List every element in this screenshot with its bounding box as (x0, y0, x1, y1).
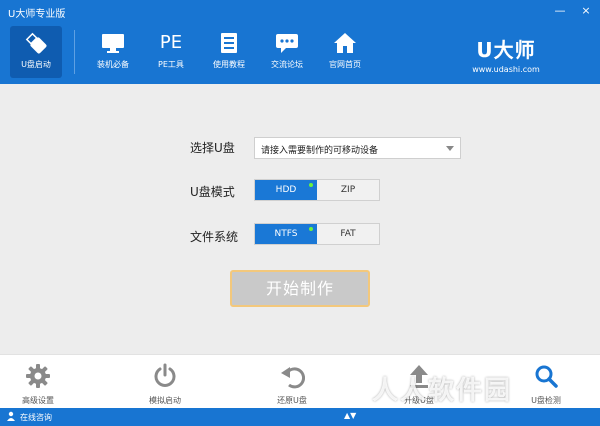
home-icon (331, 30, 359, 56)
fs-option-label: FAT (340, 229, 356, 239)
tool-label: 还原U盘 (277, 396, 307, 405)
tool-label: U盘检测 (531, 396, 561, 405)
pe-icon-text: PE (159, 32, 183, 53)
title-bar: U大师专业版 — × (0, 0, 600, 22)
brand-name: U大师 (476, 38, 536, 62)
online-consult-label: 在线咨询 (20, 412, 52, 422)
window-controls: — × (552, 3, 594, 19)
tool-usb-check[interactable]: U盘检测 (516, 363, 576, 406)
fs-option-fat[interactable]: FAT (317, 224, 379, 244)
status-arrows[interactable]: ▲▼ (344, 411, 356, 420)
device-label: 选择U盘 (190, 141, 235, 155)
tool-label: 升级U盘 (404, 396, 434, 405)
selected-dot-icon (309, 183, 313, 187)
brand-name-wrap: U大师 (446, 34, 566, 63)
brand-url: www.udashi.com (472, 65, 540, 74)
upload-icon (405, 363, 433, 389)
chevron-down-icon (446, 146, 454, 151)
device-select[interactable]: 请接入需要制作的可移动设备 (254, 137, 461, 159)
search-icon (532, 363, 560, 389)
brand-logo: U大师 www.udashi.com (446, 34, 566, 74)
app-title: U大师专业版 (8, 9, 66, 20)
nav-label: 交流论坛 (271, 60, 303, 69)
nav-label: U盘启动 (21, 60, 51, 69)
book-icon (215, 30, 243, 56)
status-bar: 在线咨询 ▲▼ (0, 408, 600, 426)
nav-item-tutorial[interactable]: 使用教程 (203, 26, 255, 78)
tool-restore-usb[interactable]: 还原U盘 (262, 363, 322, 406)
bottom-toolbar: 高级设置 模拟启动 还原U盘 升级U盘 U盘检测 (0, 354, 600, 408)
power-icon (151, 363, 179, 389)
close-button[interactable]: × (578, 3, 594, 19)
device-select-value: 请接入需要制作的可移动设备 (261, 146, 379, 156)
undo-icon (278, 363, 306, 389)
gear-icon (24, 363, 52, 389)
nav-item-install[interactable]: 装机必备 (87, 26, 139, 78)
tool-label: 模拟启动 (149, 396, 181, 405)
nav-item-forum[interactable]: 交流论坛 (261, 26, 313, 78)
fs-option-ntfs[interactable]: NTFS (255, 224, 317, 244)
mode-option-hdd[interactable]: HDD (255, 180, 317, 200)
start-button[interactable]: 开始制作 (230, 270, 370, 307)
header: U大师专业版 — × U盘启动 装机必备 PE PE工具 使用教程 交流论坛 官… (0, 0, 600, 84)
tool-upgrade-usb[interactable]: 升级U盘 (389, 363, 449, 406)
mode-option-zip[interactable]: ZIP (317, 180, 379, 200)
nav-label: 使用教程 (213, 60, 245, 69)
nav-item-home[interactable]: 官网首页 (319, 26, 371, 78)
nav-label: 官网首页 (329, 60, 361, 69)
fs-option-label: NTFS (274, 229, 298, 239)
fs-toggle: NTFS FAT (254, 223, 380, 245)
tool-label: 高级设置 (22, 396, 54, 405)
main-panel: 选择U盘 请接入需要制作的可移动设备 U盘模式 HDD ZIP 文件系统 NTF… (0, 84, 600, 354)
mode-label: U盘模式 (190, 185, 235, 199)
chat-icon (273, 30, 301, 56)
online-consult-link[interactable]: 在线咨询 (6, 411, 52, 423)
usb-icon (22, 30, 50, 56)
nav-label: PE工具 (158, 60, 184, 69)
nav-divider (74, 30, 75, 74)
mode-option-label: HDD (275, 185, 297, 195)
nav-label: 装机必备 (97, 60, 129, 69)
mode-option-label: ZIP (340, 185, 356, 195)
tool-simulate-boot[interactable]: 模拟启动 (135, 363, 195, 406)
main-nav: U盘启动 装机必备 PE PE工具 使用教程 交流论坛 官网首页 (10, 26, 377, 78)
nav-item-pe[interactable]: PE PE工具 (145, 26, 197, 78)
fs-label: 文件系统 (190, 230, 239, 244)
nav-item-u-boot[interactable]: U盘启动 (10, 26, 62, 78)
minimize-button[interactable]: — (552, 3, 568, 19)
mode-toggle: HDD ZIP (254, 179, 380, 201)
selected-dot-icon (309, 227, 313, 231)
pe-icon: PE (157, 30, 185, 56)
person-icon (6, 411, 16, 423)
monitor-icon (99, 30, 127, 56)
tool-advanced-settings[interactable]: 高级设置 (8, 363, 68, 406)
